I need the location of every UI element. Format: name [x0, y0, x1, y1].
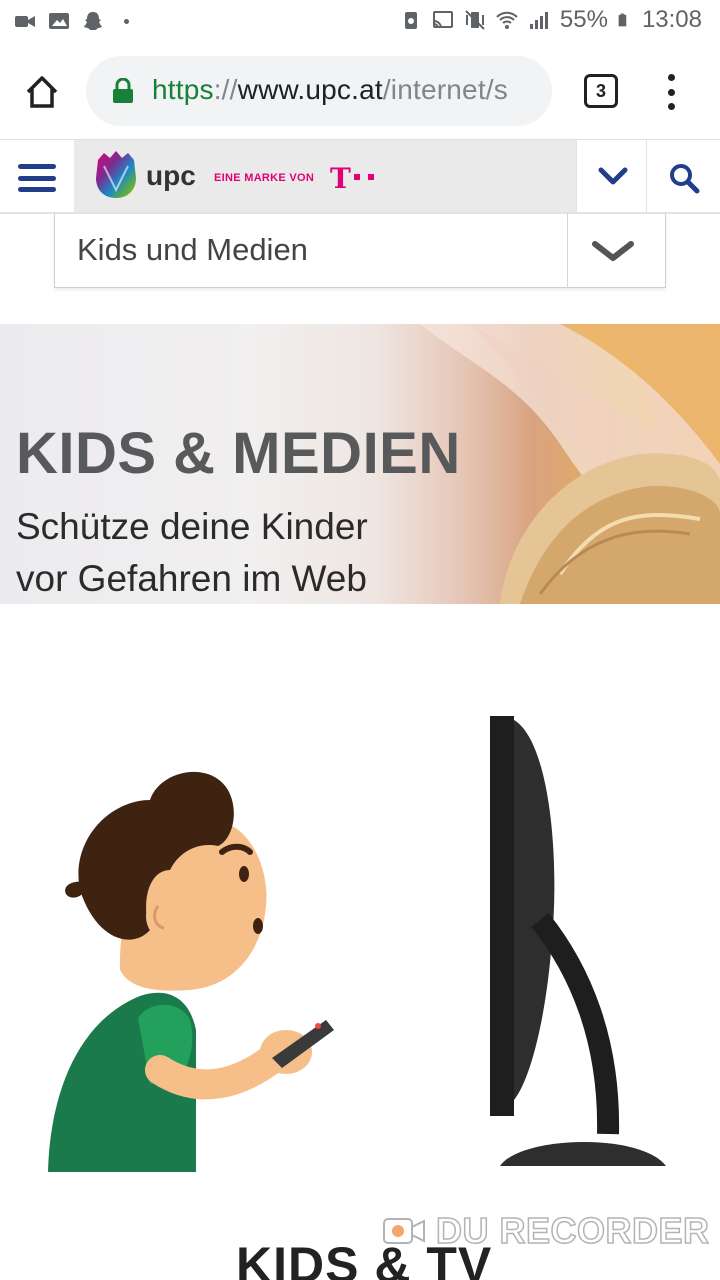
hamburger-menu-icon[interactable] [18, 164, 56, 192]
image-icon [49, 13, 69, 29]
hero-banner: KIDS & MEDIEN Schütze deine Kinder vor G… [0, 324, 720, 604]
url-host: www.upc.at [237, 74, 383, 105]
recycle-icon [404, 12, 417, 29]
section-select-value: Kids und Medien [77, 232, 308, 267]
url-scheme: https [152, 74, 214, 105]
snapchat-icon [84, 12, 102, 30]
status-icons-right: 55% 13:08 [400, 6, 702, 34]
hero-title: KIDS & MEDIEN [16, 421, 461, 486]
hero-subtitle-line2: vor Gefahren im Web [16, 558, 367, 599]
status-bar: 55% 13:08 [0, 0, 720, 44]
brand-name: upc [146, 160, 196, 191]
upc-logo-icon [96, 151, 136, 198]
telekom-dots [354, 174, 374, 180]
lock-icon [113, 78, 133, 103]
vibrate-mute-icon [465, 10, 485, 30]
watermark-text: DU RECORDER [435, 1209, 710, 1252]
wifi-icon [496, 11, 518, 29]
hero-subtitle-line1: Schütze deine Kinder [16, 506, 368, 547]
chevron-down-icon[interactable] [598, 164, 628, 188]
telekom-logo-icon: T [330, 162, 351, 195]
boy-figure [48, 771, 334, 1172]
section-select-dropdown[interactable]: Kids und Medien [54, 214, 666, 288]
video-recorder-icon [15, 16, 35, 27]
header-divider [576, 140, 577, 212]
battery-icon [618, 13, 627, 27]
signal-icon [529, 12, 548, 29]
url-separator: :// [213, 74, 238, 105]
chevron-down-icon[interactable] [591, 240, 635, 262]
search-icon[interactable] [668, 162, 700, 194]
browser-toolbar: https://www.upc.at/internet/s 3 [0, 44, 720, 140]
browser-menu-button[interactable] [660, 74, 682, 110]
select-divider [567, 214, 568, 288]
clock-time: 13:08 [641, 6, 702, 33]
site-header: upc EINE MARKE VON T [0, 140, 720, 214]
home-icon[interactable] [22, 72, 62, 112]
header-divider [646, 140, 647, 212]
video-camera-icon [383, 1218, 425, 1244]
tv-figure [490, 716, 666, 1166]
tab-switcher-button[interactable]: 3 [584, 74, 618, 108]
kid-watching-tv-illustration [48, 716, 666, 1172]
cast-icon [432, 11, 453, 29]
address-bar[interactable]: https://www.upc.at/internet/s [86, 56, 552, 126]
status-icons-left [14, 10, 129, 32]
brand-tagline: EINE MARKE VON [214, 172, 315, 184]
brand-logo-link[interactable]: upc EINE MARKE VON T [74, 140, 576, 212]
url-text[interactable]: https://www.upc.at/internet/s [152, 74, 508, 106]
notification-dot-icon [124, 18, 129, 24]
battery-percent: 55% [559, 6, 608, 33]
url-path: /internet/s [382, 74, 508, 105]
screen-recorder-watermark: DU RECORDER [382, 1209, 710, 1252]
